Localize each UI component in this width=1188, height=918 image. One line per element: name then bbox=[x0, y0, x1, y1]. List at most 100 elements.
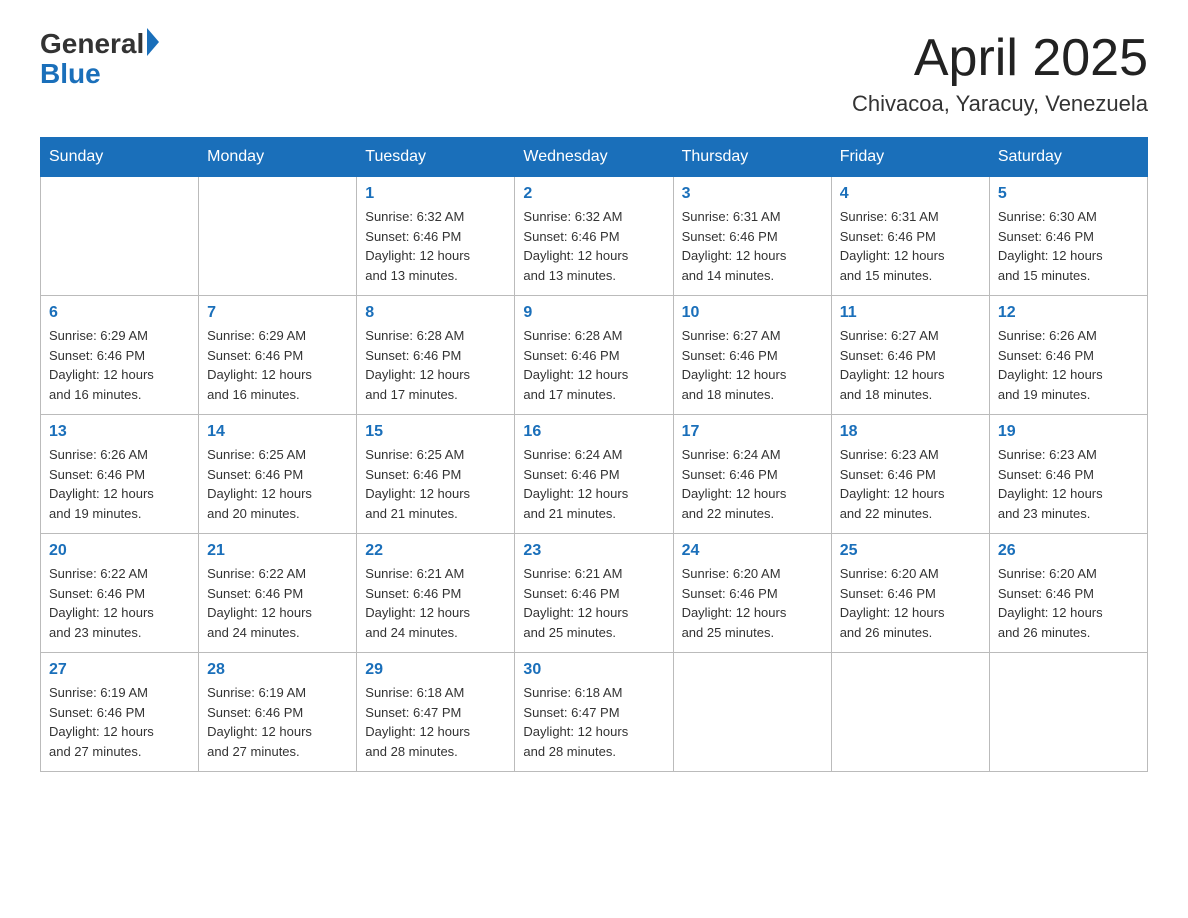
calendar-cell: 3 Sunrise: 6:31 AMSunset: 6:46 PMDaylight… bbox=[673, 177, 831, 296]
day-number: 14 bbox=[207, 423, 348, 441]
header: General Blue April 2025 Chivacoa, Yaracu… bbox=[40, 30, 1148, 117]
day-info: Sunrise: 6:23 AMSunset: 6:46 PMDaylight:… bbox=[840, 445, 981, 523]
day-info: Sunrise: 6:26 AMSunset: 6:46 PMDaylight:… bbox=[49, 445, 190, 523]
calendar-cell: 5 Sunrise: 6:30 AMSunset: 6:46 PMDaylight… bbox=[989, 177, 1147, 296]
logo-general-text: General bbox=[40, 30, 144, 58]
calendar-cell: 21 Sunrise: 6:22 AMSunset: 6:46 PMDayligh… bbox=[199, 534, 357, 653]
calendar-cell: 17 Sunrise: 6:24 AMSunset: 6:46 PMDayligh… bbox=[673, 415, 831, 534]
calendar-cell: 18 Sunrise: 6:23 AMSunset: 6:46 PMDayligh… bbox=[831, 415, 989, 534]
day-info: Sunrise: 6:21 AMSunset: 6:46 PMDaylight:… bbox=[523, 564, 664, 642]
day-info: Sunrise: 6:27 AMSunset: 6:46 PMDaylight:… bbox=[682, 326, 823, 404]
day-number: 7 bbox=[207, 304, 348, 322]
day-number: 4 bbox=[840, 185, 981, 203]
day-number: 28 bbox=[207, 661, 348, 679]
calendar-cell: 20Sunrise: 6:22 AMSunset: 6:46 PMDayligh… bbox=[41, 534, 199, 653]
month-title: April 2025 bbox=[852, 30, 1148, 87]
day-number: 16 bbox=[523, 423, 664, 441]
calendar-table: SundayMondayTuesdayWednesdayThursdayFrid… bbox=[40, 137, 1148, 772]
weekday-header-row: SundayMondayTuesdayWednesdayThursdayFrid… bbox=[41, 138, 1148, 177]
day-info: Sunrise: 6:32 AMSunset: 6:46 PMDaylight:… bbox=[365, 207, 506, 285]
calendar-cell: 27Sunrise: 6:19 AMSunset: 6:46 PMDayligh… bbox=[41, 653, 199, 772]
weekday-header-tuesday: Tuesday bbox=[357, 138, 515, 177]
title-area: April 2025 Chivacoa, Yaracuy, Venezuela bbox=[852, 30, 1148, 117]
calendar-cell: 28 Sunrise: 6:19 AMSunset: 6:46 PMDayligh… bbox=[199, 653, 357, 772]
calendar-week-row: 6 Sunrise: 6:29 AMSunset: 6:46 PMDaylight… bbox=[41, 296, 1148, 415]
calendar-cell: 16 Sunrise: 6:24 AMSunset: 6:46 PMDayligh… bbox=[515, 415, 673, 534]
day-info: Sunrise: 6:25 AMSunset: 6:46 PMDaylight:… bbox=[207, 445, 348, 523]
calendar-cell: 6 Sunrise: 6:29 AMSunset: 6:46 PMDaylight… bbox=[41, 296, 199, 415]
logo-blue-text: Blue bbox=[40, 58, 101, 90]
day-number: 15 bbox=[365, 423, 506, 441]
day-number: 22 bbox=[365, 542, 506, 560]
day-info: Sunrise: 6:18 AMSunset: 6:47 PMDaylight:… bbox=[365, 683, 506, 761]
calendar-cell: 29 Sunrise: 6:18 AMSunset: 6:47 PMDayligh… bbox=[357, 653, 515, 772]
calendar-week-row: 20Sunrise: 6:22 AMSunset: 6:46 PMDayligh… bbox=[41, 534, 1148, 653]
calendar-week-row: 13Sunrise: 6:26 AMSunset: 6:46 PMDayligh… bbox=[41, 415, 1148, 534]
day-number: 29 bbox=[365, 661, 506, 679]
calendar-cell: 12Sunrise: 6:26 AMSunset: 6:46 PMDayligh… bbox=[989, 296, 1147, 415]
day-info: Sunrise: 6:28 AMSunset: 6:46 PMDaylight:… bbox=[365, 326, 506, 404]
day-info: Sunrise: 6:24 AMSunset: 6:46 PMDaylight:… bbox=[523, 445, 664, 523]
calendar-cell bbox=[989, 653, 1147, 772]
day-number: 10 bbox=[682, 304, 823, 322]
calendar-cell: 2 Sunrise: 6:32 AMSunset: 6:46 PMDaylight… bbox=[515, 177, 673, 296]
day-number: 25 bbox=[840, 542, 981, 560]
weekday-header-wednesday: Wednesday bbox=[515, 138, 673, 177]
day-number: 19 bbox=[998, 423, 1139, 441]
calendar-cell bbox=[41, 177, 199, 296]
calendar-cell: 14 Sunrise: 6:25 AMSunset: 6:46 PMDayligh… bbox=[199, 415, 357, 534]
calendar-cell: 30 Sunrise: 6:18 AMSunset: 6:47 PMDayligh… bbox=[515, 653, 673, 772]
day-info: Sunrise: 6:22 AMSunset: 6:46 PMDaylight:… bbox=[207, 564, 348, 642]
weekday-header-thursday: Thursday bbox=[673, 138, 831, 177]
day-info: Sunrise: 6:29 AMSunset: 6:46 PMDaylight:… bbox=[49, 326, 190, 404]
day-info: Sunrise: 6:18 AMSunset: 6:47 PMDaylight:… bbox=[523, 683, 664, 761]
day-number: 2 bbox=[523, 185, 664, 203]
day-number: 3 bbox=[682, 185, 823, 203]
day-number: 26 bbox=[998, 542, 1139, 560]
day-number: 18 bbox=[840, 423, 981, 441]
calendar-cell: 25 Sunrise: 6:20 AMSunset: 6:46 PMDayligh… bbox=[831, 534, 989, 653]
weekday-header-friday: Friday bbox=[831, 138, 989, 177]
day-info: Sunrise: 6:27 AMSunset: 6:46 PMDaylight:… bbox=[840, 326, 981, 404]
calendar-cell: 9Sunrise: 6:28 AMSunset: 6:46 PMDaylight… bbox=[515, 296, 673, 415]
calendar-cell bbox=[673, 653, 831, 772]
day-info: Sunrise: 6:23 AMSunset: 6:46 PMDaylight:… bbox=[998, 445, 1139, 523]
day-info: Sunrise: 6:22 AMSunset: 6:46 PMDaylight:… bbox=[49, 564, 190, 642]
day-info: Sunrise: 6:20 AMSunset: 6:46 PMDaylight:… bbox=[998, 564, 1139, 642]
day-number: 8 bbox=[365, 304, 506, 322]
logo: General Blue bbox=[40, 30, 159, 90]
calendar-cell bbox=[199, 177, 357, 296]
day-number: 11 bbox=[840, 304, 981, 322]
day-number: 17 bbox=[682, 423, 823, 441]
day-number: 30 bbox=[523, 661, 664, 679]
day-info: Sunrise: 6:24 AMSunset: 6:46 PMDaylight:… bbox=[682, 445, 823, 523]
day-info: Sunrise: 6:20 AMSunset: 6:46 PMDaylight:… bbox=[840, 564, 981, 642]
day-number: 21 bbox=[207, 542, 348, 560]
day-number: 5 bbox=[998, 185, 1139, 203]
calendar-cell: 19 Sunrise: 6:23 AMSunset: 6:46 PMDayligh… bbox=[989, 415, 1147, 534]
day-number: 24 bbox=[682, 542, 823, 560]
calendar-cell: 13Sunrise: 6:26 AMSunset: 6:46 PMDayligh… bbox=[41, 415, 199, 534]
day-info: Sunrise: 6:21 AMSunset: 6:46 PMDaylight:… bbox=[365, 564, 506, 642]
day-info: Sunrise: 6:30 AMSunset: 6:46 PMDaylight:… bbox=[998, 207, 1139, 285]
weekday-header-sunday: Sunday bbox=[41, 138, 199, 177]
calendar-cell: 23Sunrise: 6:21 AMSunset: 6:46 PMDayligh… bbox=[515, 534, 673, 653]
day-info: Sunrise: 6:20 AMSunset: 6:46 PMDaylight:… bbox=[682, 564, 823, 642]
day-info: Sunrise: 6:19 AMSunset: 6:46 PMDaylight:… bbox=[49, 683, 190, 761]
day-info: Sunrise: 6:19 AMSunset: 6:46 PMDaylight:… bbox=[207, 683, 348, 761]
calendar-cell: 10 Sunrise: 6:27 AMSunset: 6:46 PMDayligh… bbox=[673, 296, 831, 415]
day-number: 1 bbox=[365, 185, 506, 203]
day-info: Sunrise: 6:32 AMSunset: 6:46 PMDaylight:… bbox=[523, 207, 664, 285]
calendar-cell: 15Sunrise: 6:25 AMSunset: 6:46 PMDayligh… bbox=[357, 415, 515, 534]
calendar-cell: 11 Sunrise: 6:27 AMSunset: 6:46 PMDayligh… bbox=[831, 296, 989, 415]
day-info: Sunrise: 6:31 AMSunset: 6:46 PMDaylight:… bbox=[840, 207, 981, 285]
calendar-cell: 1 Sunrise: 6:32 AMSunset: 6:46 PMDaylight… bbox=[357, 177, 515, 296]
day-info: Sunrise: 6:26 AMSunset: 6:46 PMDaylight:… bbox=[998, 326, 1139, 404]
calendar-cell: 22 Sunrise: 6:21 AMSunset: 6:46 PMDayligh… bbox=[357, 534, 515, 653]
calendar-cell: 24 Sunrise: 6:20 AMSunset: 6:46 PMDayligh… bbox=[673, 534, 831, 653]
day-number: 6 bbox=[49, 304, 190, 322]
calendar-week-row: 27Sunrise: 6:19 AMSunset: 6:46 PMDayligh… bbox=[41, 653, 1148, 772]
calendar-cell: 4 Sunrise: 6:31 AMSunset: 6:46 PMDaylight… bbox=[831, 177, 989, 296]
day-number: 9 bbox=[523, 304, 664, 322]
day-info: Sunrise: 6:31 AMSunset: 6:46 PMDaylight:… bbox=[682, 207, 823, 285]
